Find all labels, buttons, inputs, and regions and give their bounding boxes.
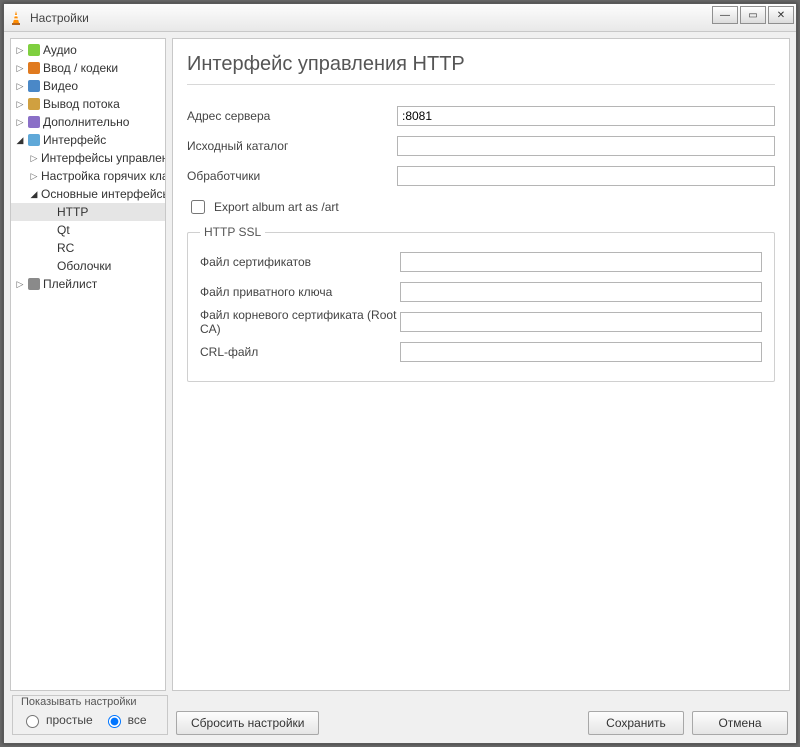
cancel-button[interactable]: Отмена: [692, 711, 788, 735]
close-button[interactable]: ✕: [768, 6, 794, 24]
tree-item-skins[interactable]: Оболочки: [11, 257, 165, 275]
handlers-label: Обработчики: [187, 169, 397, 183]
advanced-icon: [27, 115, 41, 129]
tree-item-playlist[interactable]: ▷ Плейлист: [11, 275, 165, 293]
tree-item-rc[interactable]: RC: [11, 239, 165, 257]
handlers-input[interactable]: [397, 166, 775, 186]
window-title: Настройки: [30, 11, 89, 25]
tree-label: Qt: [57, 223, 70, 237]
tree-label: Дополнительно: [43, 115, 129, 129]
ssl-key-input[interactable]: [400, 282, 762, 302]
tree-label: HTTP: [57, 205, 88, 219]
export-album-art-label[interactable]: Export album art as /art: [214, 200, 339, 214]
tree-label: Аудио: [43, 43, 77, 57]
maximize-button[interactable]: ▭: [740, 6, 766, 24]
tree-label: Видео: [43, 79, 78, 93]
ssl-crl-input[interactable]: [400, 342, 762, 362]
save-button[interactable]: Сохранить: [588, 711, 684, 735]
tree-item-advanced[interactable]: ▷ Дополнительно: [11, 113, 165, 131]
tree-item-sout[interactable]: ▷ Вывод потока: [11, 95, 165, 113]
system-buttons: — ▭ ✕: [712, 6, 794, 24]
radio-simple-input[interactable]: [26, 715, 39, 728]
show-settings-label: Показывать настройки: [21, 696, 159, 708]
settings-window: Настройки — ▭ ✕ ▷ Аудио ▷ Ввод / кодеки: [3, 3, 797, 744]
tree-item-control-interfaces[interactable]: ▷ Интерфейсы управления: [11, 149, 165, 167]
server-address-input[interactable]: [397, 106, 775, 126]
divider: [187, 84, 775, 85]
chevron-down-icon: ◢: [15, 135, 25, 145]
ssl-cert-input[interactable]: [400, 252, 762, 272]
audio-icon: [27, 43, 41, 57]
settings-page: Интерфейс управления HTTP Адрес сервера …: [172, 38, 790, 691]
chevron-right-icon: ▷: [29, 153, 39, 163]
tree-item-audio[interactable]: ▷ Аудио: [11, 41, 165, 59]
vlc-cone-icon: [8, 10, 24, 26]
radio-all[interactable]: все: [103, 712, 147, 728]
minimize-button[interactable]: —: [712, 6, 738, 24]
input-icon: [27, 61, 41, 75]
chevron-down-icon: ◢: [29, 189, 39, 199]
chevron-right-icon: ▷: [29, 171, 39, 181]
ssl-rootca-input[interactable]: [400, 312, 762, 332]
tree-label: RC: [57, 241, 74, 255]
chevron-right-icon: ▷: [15, 63, 25, 73]
chevron-right-icon: ▷: [15, 81, 25, 91]
export-album-art-checkbox[interactable]: [191, 200, 205, 214]
tree-item-video[interactable]: ▷ Видео: [11, 77, 165, 95]
tree-item-qt[interactable]: Qt: [11, 221, 165, 239]
chevron-right-icon: ▷: [15, 45, 25, 55]
tree-item-http[interactable]: HTTP: [11, 203, 165, 221]
footer-bar: Показывать настройки простые все Сбросит…: [4, 691, 796, 743]
ssl-rootca-label: Файл корневого сертификата (Root CA): [200, 308, 400, 336]
tree-label: Вывод потока: [43, 97, 120, 111]
tree-label: Оболочки: [57, 259, 111, 273]
tree-label: Основные интерфейсы: [41, 187, 165, 201]
server-address-label: Адрес сервера: [187, 109, 397, 123]
tree-label: Настройка горячих клавиш: [41, 169, 165, 183]
reset-button[interactable]: Сбросить настройки: [176, 711, 319, 735]
chevron-right-icon: ▷: [15, 99, 25, 109]
radio-simple-label: простые: [46, 713, 93, 727]
show-settings-group: Показывать настройки простые все: [12, 695, 168, 735]
tree-item-interface[interactable]: ◢ Интерфейс: [11, 131, 165, 149]
video-icon: [27, 79, 41, 93]
tree-label: Интерфейсы управления: [41, 151, 165, 165]
ssl-crl-label: CRL-файл: [200, 345, 400, 359]
chevron-right-icon: ▷: [15, 117, 25, 127]
tree-item-hotkeys[interactable]: ▷ Настройка горячих клавиш: [11, 167, 165, 185]
http-ssl-legend: HTTP SSL: [200, 225, 265, 239]
source-dir-input[interactable]: [397, 136, 775, 156]
page-title: Интерфейс управления HTTP: [187, 53, 775, 76]
http-ssl-group: HTTP SSL Файл сертификатов Файл приватно…: [187, 225, 775, 382]
interface-icon: [27, 133, 41, 147]
tree-label: Интерфейс: [43, 133, 106, 147]
stream-output-icon: [27, 97, 41, 111]
playlist-icon: [27, 277, 41, 291]
tree-label: Плейлист: [43, 277, 97, 291]
tree-item-input[interactable]: ▷ Ввод / кодеки: [11, 59, 165, 77]
ssl-key-label: Файл приватного ключа: [200, 285, 400, 299]
tree-item-main-interfaces[interactable]: ◢ Основные интерфейсы: [11, 185, 165, 203]
ssl-cert-label: Файл сертификатов: [200, 255, 400, 269]
radio-simple[interactable]: простые: [21, 712, 93, 728]
titlebar[interactable]: Настройки — ▭ ✕: [4, 4, 796, 32]
chevron-right-icon: ▷: [15, 279, 25, 289]
radio-all-label: все: [128, 713, 147, 727]
settings-tree[interactable]: ▷ Аудио ▷ Ввод / кодеки ▷ Видео ▷: [10, 38, 166, 691]
radio-all-input[interactable]: [108, 715, 121, 728]
source-dir-label: Исходный каталог: [187, 139, 397, 153]
tree-label: Ввод / кодеки: [43, 61, 118, 75]
